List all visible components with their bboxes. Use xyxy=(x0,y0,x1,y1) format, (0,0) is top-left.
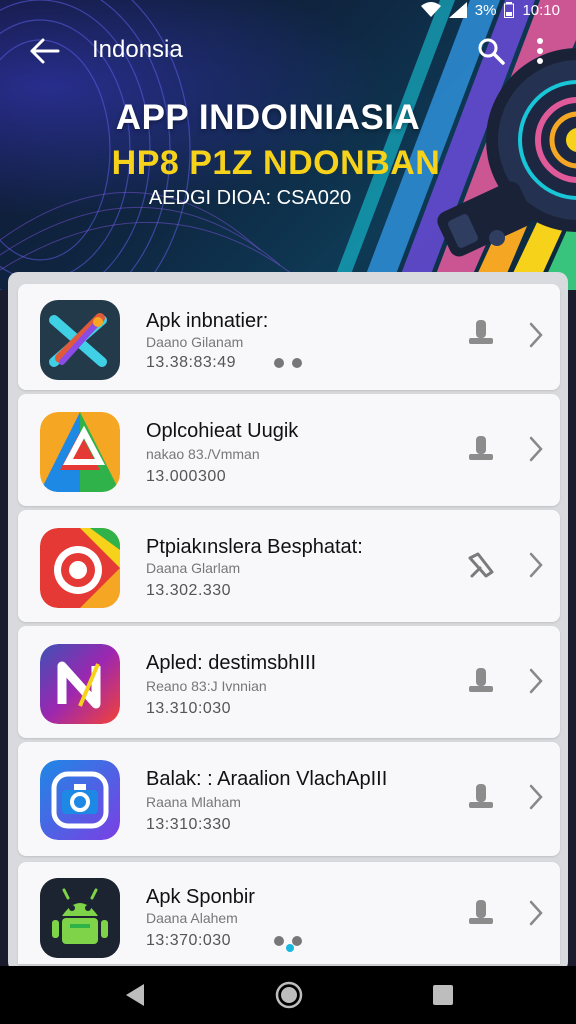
nav-back-icon[interactable] xyxy=(122,982,148,1008)
app-developer: Daano Gilanam xyxy=(146,334,244,350)
app-list-item[interactable]: Ptpiakınslera Besphatat: Daana Glarlam 1… xyxy=(18,510,560,622)
app-list-item[interactable]: Oplcohieat Uugik nakao 83./Vmman 13.0003… xyxy=(18,394,560,506)
app-size: 13:310:330 xyxy=(146,816,232,833)
app-name: Apled: destimsbhIII xyxy=(146,652,317,674)
progress-dot xyxy=(286,944,294,952)
battery-percent: 3% xyxy=(474,1,497,19)
app-name: Apk inbnatier: xyxy=(146,310,269,332)
hero-caption: AEDGI DIOA: CSA020 xyxy=(148,187,352,209)
app-name: Apk Sponbir xyxy=(146,886,255,908)
nav-home-icon[interactable] xyxy=(274,980,304,1010)
download-icon[interactable] xyxy=(466,898,496,928)
app-developer: nakao 83./Vmman xyxy=(146,446,260,462)
chevron-right-icon[interactable] xyxy=(526,434,546,464)
page-title: Indonsia xyxy=(92,36,183,63)
camera-lens-app-icon xyxy=(40,528,120,608)
app-bar: Indonsia xyxy=(0,28,576,74)
download-icon[interactable] xyxy=(466,318,496,348)
battery-icon xyxy=(504,2,515,18)
app-size: 13.000300 xyxy=(146,468,227,485)
chevron-right-icon[interactable] xyxy=(526,898,546,928)
app-list-item[interactable]: Apk Sponbir Daana Alahem 13:370:030 xyxy=(18,862,560,964)
chevron-right-icon[interactable] xyxy=(526,320,546,350)
app-size: 13:370:030 xyxy=(146,932,232,949)
app-name: Ptpiakınslera Besphatat: xyxy=(146,536,363,558)
edit-icon[interactable] xyxy=(466,550,496,580)
app-size: 13.38:83:49 xyxy=(146,354,237,371)
header-banner: 3% 10:10 Indonsia APP INDOINIASIA HP8 P1… xyxy=(0,0,576,290)
wifi-icon xyxy=(420,2,441,17)
dot xyxy=(292,358,302,368)
chevron-right-icon[interactable] xyxy=(526,550,546,580)
chevron-right-icon[interactable] xyxy=(526,782,546,812)
app-developer: Daana Alahem xyxy=(146,910,238,926)
chevron-right-icon[interactable] xyxy=(526,666,546,696)
app-developer: Reano 83:J Ivnnian xyxy=(146,678,267,694)
app-developer: Daana Glarlam xyxy=(146,560,241,576)
app-size: 13.310:030 xyxy=(146,700,232,717)
dot xyxy=(292,936,302,946)
hero-title: APP INDOINIASIA xyxy=(115,98,421,137)
app-name: Balak: : Araalion VlachApIII xyxy=(146,768,388,790)
loading-dots xyxy=(274,358,302,368)
search-icon[interactable] xyxy=(476,36,506,66)
back-arrow-icon[interactable] xyxy=(28,36,62,66)
status-bar: 3% 10:10 xyxy=(0,0,576,20)
clock: 10:10 xyxy=(522,1,560,19)
app-list-item[interactable]: Balak: : Araalion VlachApIII Raana Mlaha… xyxy=(18,742,560,856)
camera-app-icon xyxy=(40,760,120,840)
app-size: 13.302.330 xyxy=(146,582,232,599)
system-nav-bar xyxy=(0,966,576,1024)
dot xyxy=(274,358,284,368)
android-robot-app-icon xyxy=(40,878,120,958)
download-icon[interactable] xyxy=(466,782,496,812)
triangle-app-icon xyxy=(40,412,120,492)
more-vert-icon[interactable] xyxy=(530,36,550,66)
app-list-item[interactable]: Apled: destimsbhIII Reano 83:J Ivnnian 1… xyxy=(18,626,560,738)
dot xyxy=(274,936,284,946)
download-icon[interactable] xyxy=(466,434,496,464)
nav-recents-icon[interactable] xyxy=(432,984,454,1006)
app-developer: Raana Mlaham xyxy=(146,794,241,810)
app-name: Oplcohieat Uugik xyxy=(146,420,299,442)
app-list-item[interactable]: Apk inbnatier: Daano Gilanam 13.38:83:49 xyxy=(18,284,560,390)
download-icon[interactable] xyxy=(466,666,496,696)
hero-subtitle: HP8 P1Z NDONBAN xyxy=(111,144,441,182)
cross-arrow-app-icon xyxy=(40,300,120,380)
letter-n-app-icon xyxy=(40,644,120,724)
signal-icon xyxy=(448,2,467,18)
